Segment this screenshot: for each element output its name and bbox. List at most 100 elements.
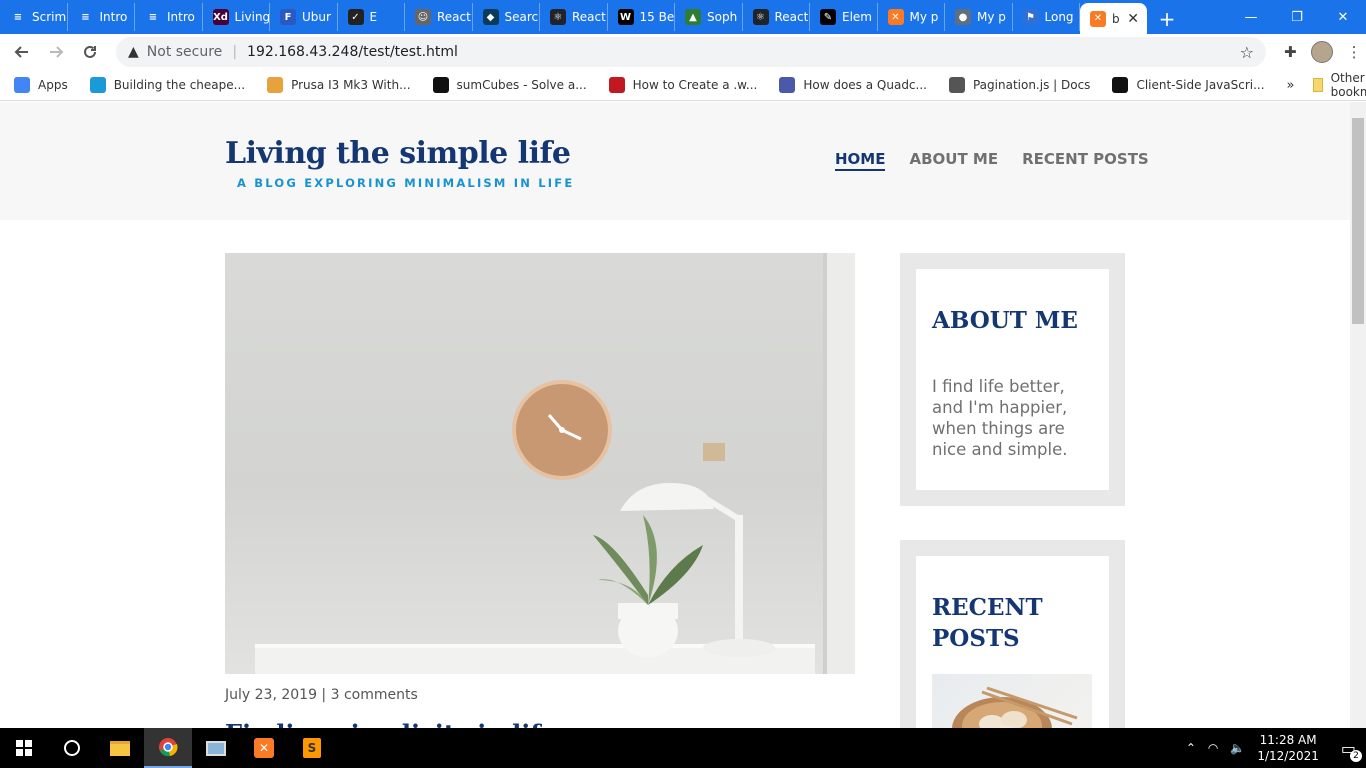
- tab[interactable]: ◆ Search: [473, 3, 540, 31]
- cube-icon: [432, 77, 449, 93]
- tab-title: E: [369, 10, 378, 24]
- warning-icon[interactable]: ▲: [128, 44, 139, 60]
- puzzle-icon[interactable]: ✚: [1284, 43, 1297, 61]
- recent-post-thumbnail[interactable]: [932, 674, 1092, 728]
- bookmark-item[interactable]: sumCubes - Solve a...: [432, 77, 587, 93]
- tab[interactable]: ⚛ React: [540, 3, 608, 31]
- folder-icon: [1312, 78, 1323, 92]
- nav-home[interactable]: HOME: [835, 150, 886, 171]
- about-widget-title: ABOUT ME: [932, 307, 1078, 334]
- bookmark-label: Apps: [38, 78, 68, 92]
- reload-button[interactable]: [74, 36, 106, 68]
- nav-recent-posts[interactable]: RECENT POSTS: [1022, 150, 1149, 171]
- chrome-icon[interactable]: [144, 728, 192, 768]
- windows-taskbar: ✕ S ⌃ ◠ 🔈 11:28 AM 1/12/2021 ▭ 2: [0, 728, 1366, 768]
- minimize-button[interactable]: —: [1228, 0, 1274, 34]
- bookmark-item[interactable]: How to Create a .w...: [608, 77, 757, 93]
- post-title[interactable]: Finding simplicity in life: [225, 719, 556, 728]
- tab[interactable]: ☺ React: [405, 3, 473, 31]
- tab-title: Scrim: [32, 10, 67, 24]
- pen-icon: ✎: [820, 9, 836, 25]
- scrimba-icon: ≡: [145, 9, 161, 25]
- xampp-taskbar-icon[interactable]: ✕: [240, 728, 288, 768]
- bird-icon: [608, 77, 625, 93]
- f-icon: F: [280, 9, 296, 25]
- scrollbar-thumb[interactable]: [1352, 118, 1364, 324]
- about-widget-body: I find life better, and I'm happier, whe…: [932, 377, 1068, 459]
- profile-avatar[interactable]: [1310, 41, 1333, 63]
- tab[interactable]: W 15 Be: [608, 3, 675, 31]
- security-label[interactable]: Not secure: [147, 44, 223, 60]
- bookmark-star-icon[interactable]: ☆: [1240, 43, 1254, 62]
- page-viewport: Living the simple life A BLOG EXPLORING …: [0, 102, 1350, 728]
- sublime-text-icon[interactable]: S: [288, 728, 336, 768]
- flag-icon: ⚑: [1022, 9, 1039, 25]
- site-header: Living the simple life A BLOG EXPLORING …: [0, 102, 1350, 220]
- nav-about-me[interactable]: ABOUT ME: [909, 150, 998, 171]
- bookmark-item[interactable]: Pagination.js | Docs: [948, 77, 1090, 93]
- tab[interactable]: ⚑ Long: [1013, 3, 1080, 31]
- react-icon: ⚛: [550, 9, 566, 25]
- chart-icon: ▲: [685, 9, 701, 25]
- bookmark-item[interactable]: Building the cheape...: [89, 77, 245, 93]
- volume-icon[interactable]: 🔈: [1230, 741, 1245, 755]
- tab-title: 15 Be: [639, 10, 675, 24]
- featured-post-image[interactable]: [225, 253, 855, 674]
- code-icon: [1112, 77, 1129, 93]
- file-explorer-icon[interactable]: [96, 728, 144, 768]
- bookmark-item[interactable]: Prusa I3 Mk3 With...: [267, 77, 411, 93]
- tab-active[interactable]: ✕ b ✕: [1080, 3, 1147, 34]
- tab[interactable]: ✎ Elem: [810, 3, 878, 31]
- site-subtitle: A BLOG EXPLORING MINIMALISM IN LIFE: [237, 176, 575, 190]
- checkmark-icon: ✓: [347, 9, 364, 25]
- chevron-up-icon[interactable]: ⌃: [1186, 741, 1196, 755]
- bookmark-item[interactable]: Client-Side JavaScri...: [1112, 77, 1265, 93]
- bookmark-label: Client-Side JavaScri...: [1136, 78, 1265, 92]
- clock-time: 11:28 AM: [1259, 733, 1317, 747]
- new-tab-button[interactable]: +: [1147, 3, 1187, 34]
- more-bookmarks-button[interactable]: »: [1287, 78, 1295, 93]
- tab[interactable]: ▲ Soph: [675, 3, 743, 31]
- tab[interactable]: ≡ Intro: [68, 3, 135, 31]
- tab[interactable]: ≡ Intro: [135, 3, 203, 31]
- hardhat-icon: [267, 77, 284, 93]
- adobe-xd-icon: Xd: [212, 9, 229, 25]
- tab-title: Intro: [167, 10, 195, 24]
- tab-title: Elem: [842, 10, 872, 24]
- notification-count: 2: [1350, 749, 1362, 762]
- tab[interactable]: ⚛ React: [743, 3, 810, 31]
- forward-button[interactable]: [40, 36, 72, 68]
- wifi-icon[interactable]: ◠: [1208, 741, 1218, 755]
- bookmark-item[interactable]: How does a Quadc...: [779, 77, 927, 93]
- tab[interactable]: ✓ E: [338, 3, 405, 31]
- tab[interactable]: ● My p: [945, 3, 1013, 31]
- tab[interactable]: Xd Living: [203, 3, 270, 31]
- recent-posts-title: RECENT POSTS: [932, 594, 1043, 652]
- close-window-button[interactable]: ✕: [1320, 0, 1366, 34]
- toolbar: ▲ Not secure | 192.168.43.248/test/test.…: [0, 34, 1366, 70]
- tab-title: My p: [977, 10, 1006, 24]
- back-button[interactable]: [6, 36, 38, 68]
- close-tab-icon[interactable]: ✕: [1127, 11, 1139, 27]
- omnibox[interactable]: ▲ Not secure | 192.168.43.248/test/test.…: [116, 37, 1266, 67]
- restore-button[interactable]: ❐: [1274, 0, 1320, 34]
- scrimba-icon: ≡: [77, 9, 94, 25]
- search-circle-icon[interactable]: [48, 728, 96, 768]
- bookmark-label: sumCubes - Solve a...: [456, 78, 587, 92]
- tab[interactable]: F Ubur: [270, 3, 338, 31]
- bookmark-label: Prusa I3 Mk3 With...: [291, 78, 411, 92]
- globe-icon: [948, 77, 965, 93]
- remote-desktop-icon[interactable]: [192, 728, 240, 768]
- browser-tab-strip: ≡ Scrim ≡ Intro ≡ Intro Xd Living F Ubur ✓ E ☺ React ◆…: [0, 0, 1366, 34]
- site-title[interactable]: Living the simple life: [225, 136, 571, 171]
- tab[interactable]: ≡ Scrim: [0, 3, 68, 31]
- tab[interactable]: ✕ My p: [878, 3, 945, 31]
- notification-icon[interactable]: ▭ 2: [1341, 739, 1362, 762]
- start-button[interactable]: [0, 728, 48, 768]
- bookmark-item[interactable]: Apps: [14, 77, 68, 93]
- other-bookmarks-folder[interactable]: Other bookmarks: [1331, 71, 1366, 99]
- menu-kebab-icon[interactable]: ⋮: [1347, 43, 1362, 61]
- clock[interactable]: 11:28 AM 1/12/2021: [1257, 732, 1319, 764]
- wix-icon: W: [617, 9, 634, 25]
- url-text[interactable]: 192.168.43.248/test/test.html: [247, 44, 458, 60]
